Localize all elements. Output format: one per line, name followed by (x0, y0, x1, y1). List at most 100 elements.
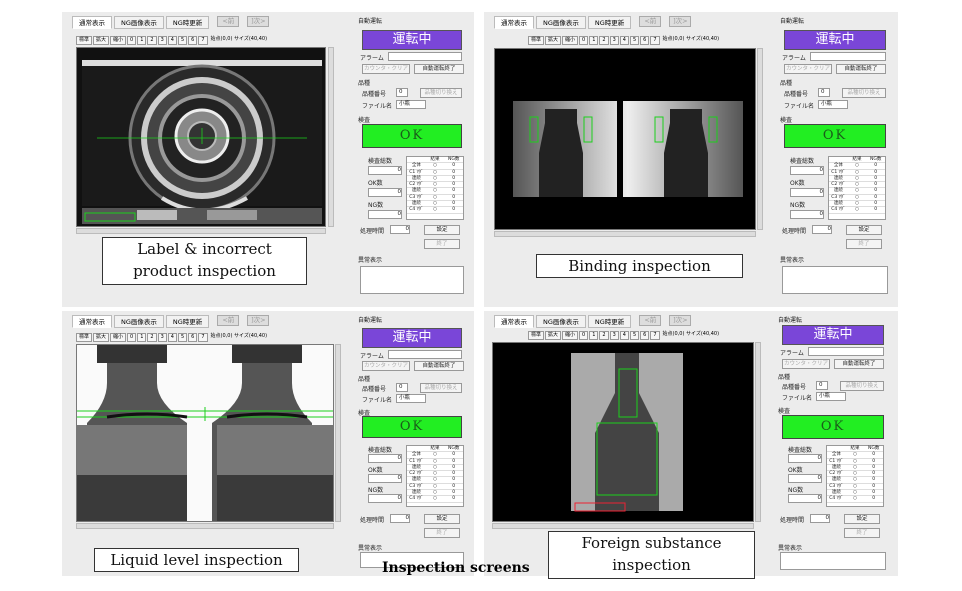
toolbar-cam-1[interactable]: 1 (137, 333, 147, 342)
toolbar-cam-0[interactable]: 0 (127, 333, 137, 342)
toolbar-standard[interactable]: 標準 (528, 36, 545, 45)
toolbar-cam-6[interactable]: 6 (188, 333, 198, 342)
tab-ng-update[interactable]: NG時更新 (165, 315, 210, 328)
toolbar-cam-0[interactable]: 0 (579, 36, 589, 45)
next-button[interactable]: ]次> (669, 16, 692, 27)
toolbar-cam-7[interactable]: 7 (198, 36, 208, 45)
toolbar-cam-1[interactable]: 1 (137, 36, 147, 45)
product-no-field[interactable]: 0 (818, 88, 830, 97)
toolbar-cam-1[interactable]: 1 (589, 331, 599, 340)
toolbar-cam-7[interactable]: 7 (650, 331, 660, 340)
auto-run-end-button[interactable]: 自動運転終了 (414, 361, 464, 371)
finish-button[interactable]: 終了 (844, 528, 880, 538)
tab-ng-update[interactable]: NG時更新 (587, 16, 632, 29)
settings-button[interactable]: 設定 (424, 225, 460, 235)
toolbar-zoom-in[interactable]: 拡大 (545, 36, 562, 45)
toolbar-cam-3[interactable]: 3 (609, 36, 619, 45)
toolbar-zoom-in[interactable]: 拡大 (93, 36, 110, 45)
prev-button[interactable]: <前 (639, 315, 662, 326)
toolbar-cam-3[interactable]: 3 (157, 333, 167, 342)
toolbar-cam-2[interactable]: 2 (599, 36, 609, 45)
toolbar-zoom-in[interactable]: 拡大 (545, 331, 562, 340)
tab-ng-update[interactable]: NG時更新 (587, 315, 632, 328)
viewer-hscroll[interactable] (492, 523, 754, 529)
counter-clear-button[interactable]: カウンタ・クリア (362, 64, 410, 74)
toolbar-cam-5[interactable]: 5 (177, 36, 188, 45)
tab-normal[interactable]: 通常表示 (72, 315, 112, 328)
toolbar-cam-3[interactable]: 3 (157, 36, 167, 45)
tab-normal[interactable]: 通常表示 (72, 16, 112, 29)
file-name-field[interactable]: 小瓶 (816, 392, 846, 401)
viewer-hscroll[interactable] (76, 228, 326, 234)
toolbar-cam-5[interactable]: 5 (629, 36, 640, 45)
viewer-vscroll[interactable] (757, 48, 763, 230)
prev-button[interactable]: <前 (639, 16, 662, 27)
toolbar-cam-2[interactable]: 2 (147, 36, 157, 45)
settings-button[interactable]: 設定 (846, 225, 882, 235)
toolbar-cam-2[interactable]: 2 (147, 333, 157, 342)
toolbar-zoom-out[interactable]: 縮小 (110, 333, 127, 342)
product-no-field[interactable]: 0 (816, 381, 828, 390)
settings-button[interactable]: 設定 (424, 514, 460, 524)
counter-clear-button[interactable]: カウンタ・クリア (784, 64, 832, 74)
finish-button[interactable]: 終了 (424, 528, 460, 538)
auto-run-end-button[interactable]: 自動運転終了 (836, 64, 886, 74)
toolbar-cam-4[interactable]: 4 (619, 331, 629, 340)
toolbar-zoom-out[interactable]: 縮小 (562, 331, 579, 340)
product-switch-button[interactable]: 品種切り換え (842, 88, 886, 98)
product-switch-button[interactable]: 品種切り換え (840, 381, 884, 391)
toolbar-zoom-out[interactable]: 縮小 (562, 36, 579, 45)
next-button[interactable]: ]次> (669, 315, 692, 326)
tab-ng-image[interactable]: NG画像表示 (114, 315, 164, 328)
tab-ng-image[interactable]: NG画像表示 (536, 16, 586, 29)
viewer-vscroll[interactable] (755, 342, 761, 522)
product-no-field[interactable]: 0 (396, 383, 408, 392)
settings-button[interactable]: 設定 (844, 514, 880, 524)
toolbar-cam-3[interactable]: 3 (609, 331, 619, 340)
prev-button[interactable]: <前 (217, 315, 240, 326)
product-no-field[interactable]: 0 (396, 88, 408, 97)
counter-clear-button[interactable]: カウンタ・クリア (362, 361, 410, 371)
toolbar-cam-4[interactable]: 4 (619, 36, 629, 45)
toolbar-standard[interactable]: 標準 (76, 333, 93, 342)
tab-ng-image[interactable]: NG画像表示 (114, 16, 164, 29)
tab-normal[interactable]: 通常表示 (494, 315, 534, 328)
auto-run-end-button[interactable]: 自動運転終了 (414, 64, 464, 74)
counter-clear-button[interactable]: カウンタ・クリア (782, 359, 830, 369)
viewer-vscroll[interactable] (328, 47, 334, 227)
toolbar-cam-0[interactable]: 0 (127, 36, 137, 45)
prev-button[interactable]: <前 (217, 16, 240, 27)
toolbar-cam-5[interactable]: 5 (629, 331, 640, 340)
toolbar-zoom-in[interactable]: 拡大 (93, 333, 110, 342)
product-switch-button[interactable]: 品種切り換え (420, 88, 462, 98)
toolbar-cam-0[interactable]: 0 (579, 331, 589, 340)
toolbar-standard[interactable]: 標準 (76, 36, 93, 45)
next-button[interactable]: ]次> (247, 16, 270, 27)
toolbar-cam-6[interactable]: 6 (640, 331, 650, 340)
toolbar-cam-5[interactable]: 5 (177, 333, 188, 342)
next-button[interactable]: ]次> (247, 315, 270, 326)
auto-run-end-button[interactable]: 自動運転終了 (834, 359, 884, 369)
toolbar-cam-6[interactable]: 6 (188, 36, 198, 45)
toolbar-cam-7[interactable]: 7 (650, 36, 660, 45)
file-name-field[interactable]: 小瓶 (396, 100, 426, 109)
file-name-field[interactable]: 小瓶 (818, 100, 848, 109)
tab-ng-image[interactable]: NG画像表示 (536, 315, 586, 328)
viewer-vscroll[interactable] (335, 344, 341, 522)
toolbar-cam-6[interactable]: 6 (640, 36, 650, 45)
product-switch-button[interactable]: 品種切り換え (420, 383, 462, 393)
tab-ng-update[interactable]: NG時更新 (165, 16, 210, 29)
finish-button[interactable]: 終了 (846, 239, 882, 249)
tab-normal[interactable]: 通常表示 (494, 16, 534, 29)
toolbar-cam-2[interactable]: 2 (599, 331, 609, 340)
toolbar-cam-4[interactable]: 4 (167, 333, 177, 342)
toolbar-zoom-out[interactable]: 縮小 (110, 36, 127, 45)
file-name-field[interactable]: 小瓶 (396, 394, 426, 403)
viewer-hscroll[interactable] (76, 523, 334, 529)
toolbar-standard[interactable]: 標準 (528, 331, 545, 340)
toolbar-cam-7[interactable]: 7 (198, 333, 208, 342)
viewer-hscroll[interactable] (494, 231, 756, 237)
finish-button[interactable]: 終了 (424, 239, 460, 249)
toolbar-cam-4[interactable]: 4 (167, 36, 177, 45)
toolbar-cam-1[interactable]: 1 (589, 36, 599, 45)
